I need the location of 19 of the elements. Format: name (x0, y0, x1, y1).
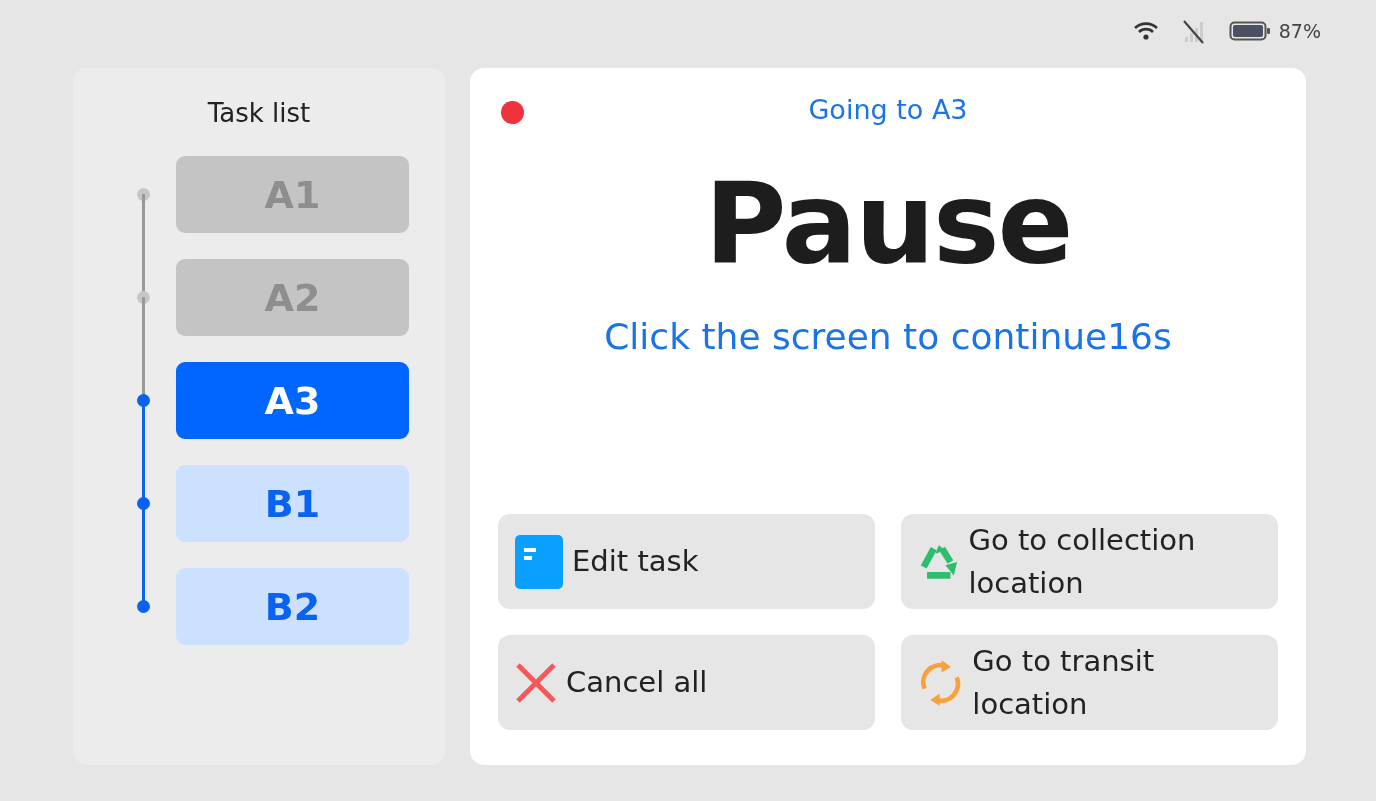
wifi-icon (1132, 21, 1159, 41)
action-button[interactable]: Go to transit location (901, 635, 1278, 730)
pause-title: Pause (704, 159, 1072, 288)
continue-prompt: Click the screen to continue16s (604, 315, 1172, 357)
task-item[interactable]: B1 (176, 465, 409, 542)
destination-label: Going to A3 (808, 94, 968, 125)
timeline-dot (137, 291, 150, 304)
battery-icon (1228, 21, 1271, 41)
action-button[interactable]: Cancel all (498, 635, 875, 730)
task-item[interactable]: A3 (176, 362, 409, 439)
battery-percentage: 87% (1278, 20, 1321, 42)
action-button[interactable]: Go to collection location (901, 514, 1278, 609)
task-item[interactable]: B2 (176, 568, 409, 645)
action-button[interactable]: Edit task (498, 514, 875, 609)
timeline-dot (137, 188, 150, 201)
close-icon (514, 660, 558, 705)
document-icon (514, 533, 564, 590)
task-list-title: Task list (207, 98, 311, 128)
no-signal-icon (1180, 18, 1207, 44)
